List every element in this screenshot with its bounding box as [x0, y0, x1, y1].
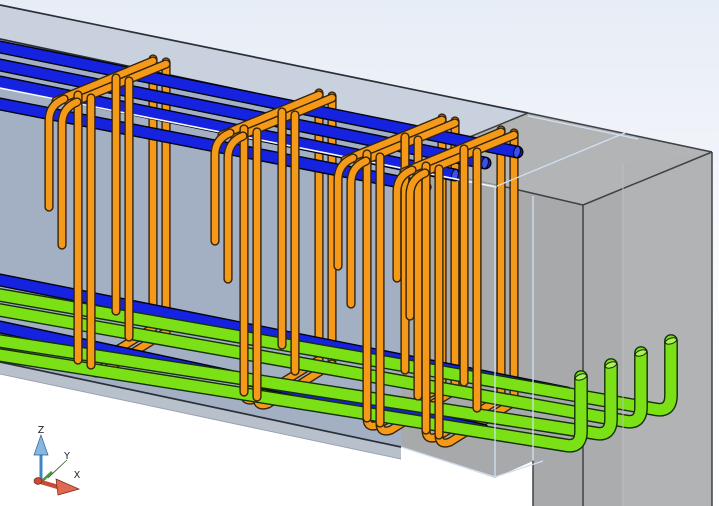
axis-z-label: Z: [38, 425, 45, 436]
axis-y-label: Y: [63, 451, 70, 462]
axis-origin-ball: [34, 478, 42, 485]
axis-x-label: X: [74, 470, 81, 481]
model-view-canvas[interactable]: Z YX: [0, 0, 719, 506]
cad-viewport[interactable]: Z YX: [0, 0, 719, 506]
